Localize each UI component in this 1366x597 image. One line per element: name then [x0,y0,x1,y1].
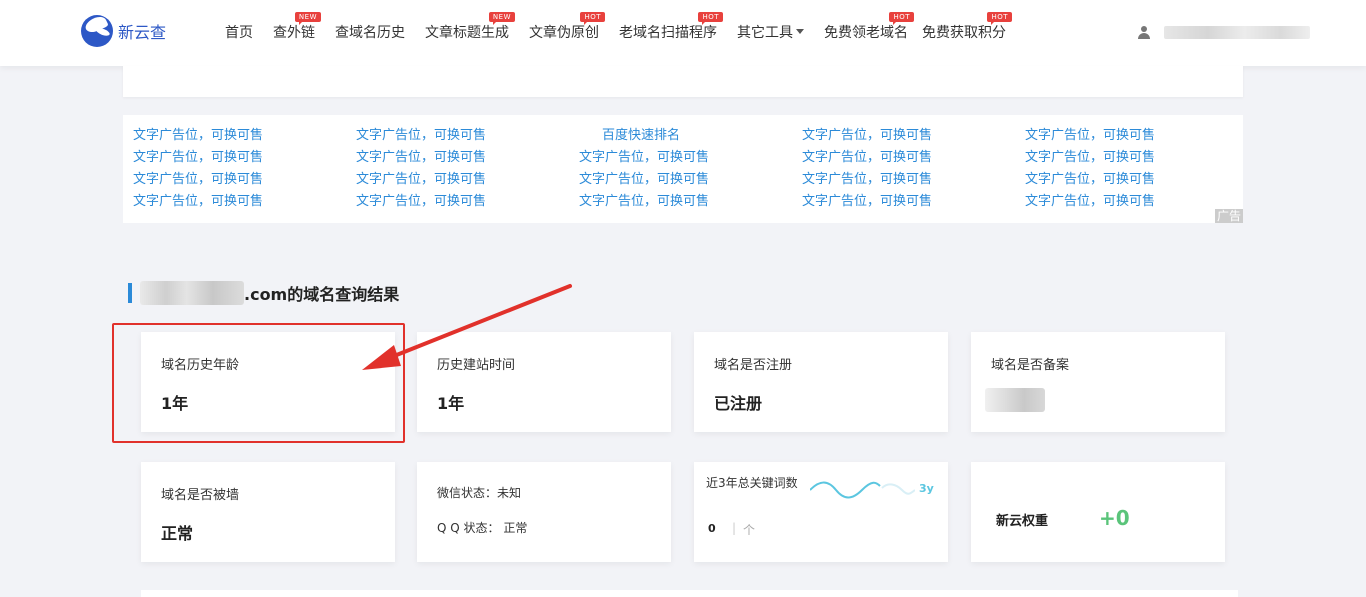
top-navbar: 新云查 首页 查外链 NEW 查域名历史 文章标题生成 NEW 文章伪原创 HOT 老… [0,0,1366,66]
card-label: 域名是否注册 [714,358,793,373]
result-heading: .com的域名查询结果 [128,281,399,305]
logo-bird-icon [81,15,113,47]
ad-link[interactable]: 文字广告位，可换可售 [133,149,356,167]
card-build-time: 历史建站时间 1年 [417,332,671,432]
highlight-annotation-box [112,323,405,443]
qq-status: Q Q 状态： 正常 [437,521,528,535]
domain-redacted [140,281,244,305]
result-title: .com的域名查询结果 [244,285,400,304]
text-ad-panel: 文字广告位，可换可售 文字广告位，可换可售 百度快速排名 文字广告位，可换可售 … [123,115,1243,223]
ad-link[interactable]: 文字广告位，可换可售 [579,193,802,211]
nav-item-article-rewrite[interactable]: 文章伪原创 HOT [529,12,605,42]
blank-card [123,66,1243,97]
nav-item-free-domain[interactable]: 免费领老域名 HOT [824,12,914,42]
hot-badge: HOT [889,12,914,25]
keyword-trend-sparkline [810,481,915,499]
nav-item-free-points[interactable]: 免费获取积分 HOT [922,12,1012,42]
keyword-unit: 个 [743,523,756,537]
card-value: 正常 [161,524,194,543]
ad-link[interactable]: 百度快速排名 [579,127,802,145]
ad-link[interactable]: 文字广告位，可换可售 [802,193,1025,211]
nav-item-domain-scanner[interactable]: 老域名扫描程序 HOT [619,12,723,42]
heading-accent-bar [128,283,132,303]
card-beian: 域名是否备案 [971,332,1225,432]
card-wechat-qq: 微信状态：未知 Q Q 状态： 正常 [417,462,671,562]
card-label: 新云权重 [996,514,1049,529]
ad-link[interactable]: 文字广告位，可换可售 [356,149,579,167]
new-badge: NEW [488,12,515,25]
card-value: 已注册 [714,394,763,413]
site-logo[interactable]: 新云查 [81,15,166,47]
ad-label: 广告 [1214,209,1243,223]
user-icon [1138,26,1150,39]
ad-link[interactable]: 文字广告位，可换可售 [579,149,802,167]
nav-item-domain-history[interactable]: 查域名历史 [335,24,405,42]
keyword-count: 0 [708,522,716,535]
ad-link[interactable]: 文字广告位，可换可售 [1025,171,1248,189]
beian-redacted [985,388,1045,412]
hot-badge: HOT [580,12,605,25]
separator: | [732,521,737,535]
nav-item-other-tools[interactable]: 其它工具 [737,24,804,42]
card-label: 域名是否被墙 [161,488,240,503]
ad-link[interactable]: 文字广告位，可换可售 [1025,127,1248,145]
nav-item-title-generator[interactable]: 文章标题生成 NEW [425,12,515,42]
ad-link[interactable]: 文字广告位，可换可售 [356,171,579,189]
wechat-status: 微信状态：未知 [437,486,522,500]
caret-down-icon [796,29,804,38]
main-nav: 首页 查外链 NEW 查域名历史 文章标题生成 NEW 文章伪原创 HOT 老域名扫描… [225,12,1026,42]
hot-badge: HOT [698,12,723,25]
ad-grid: 文字广告位，可换可售 文字广告位，可换可售 百度快速排名 文字广告位，可换可售 … [133,127,1248,211]
user-menu[interactable] [1138,26,1310,39]
ad-link[interactable]: 文字广告位，可换可售 [802,127,1025,145]
bottom-card [141,590,1238,597]
ad-link[interactable]: 文字广告位，可换可售 [579,171,802,189]
ad-link[interactable]: 文字广告位，可换可售 [356,127,579,145]
hot-badge: HOT [987,12,1012,25]
three-year-tag: 3y [919,482,934,495]
ad-link[interactable]: 文字广告位，可换可售 [133,193,356,211]
card-label: 近3年总关键词数 [706,476,798,490]
card-label: 历史建站时间 [437,358,516,373]
card-label: 域名是否备案 [991,358,1070,373]
card-keywords: 近3年总关键词数 3y 0 | 个 [694,462,948,562]
ad-link[interactable]: 文字广告位，可换可售 [356,193,579,211]
username-redacted [1164,26,1310,39]
weight-value: +0 [1099,506,1130,530]
ad-link[interactable]: 文字广告位，可换可售 [802,171,1025,189]
ad-link[interactable]: 文字广告位，可换可售 [133,171,356,189]
ad-link[interactable]: 文字广告位，可换可售 [802,149,1025,167]
nav-item-backlinks[interactable]: 查外链 NEW [273,12,321,42]
logo-text: 新云查 [118,23,167,42]
ad-link[interactable]: 文字广告位，可换可售 [1025,149,1248,167]
ad-link[interactable]: 文字广告位，可换可售 [133,127,356,145]
card-blocked: 域名是否被墙 正常 [141,462,395,562]
card-weight: 新云权重 +0 [971,462,1225,562]
nav-item-home[interactable]: 首页 [225,24,253,42]
new-badge: NEW [294,12,321,25]
card-registered: 域名是否注册 已注册 [694,332,948,432]
card-value: 1年 [437,394,465,413]
